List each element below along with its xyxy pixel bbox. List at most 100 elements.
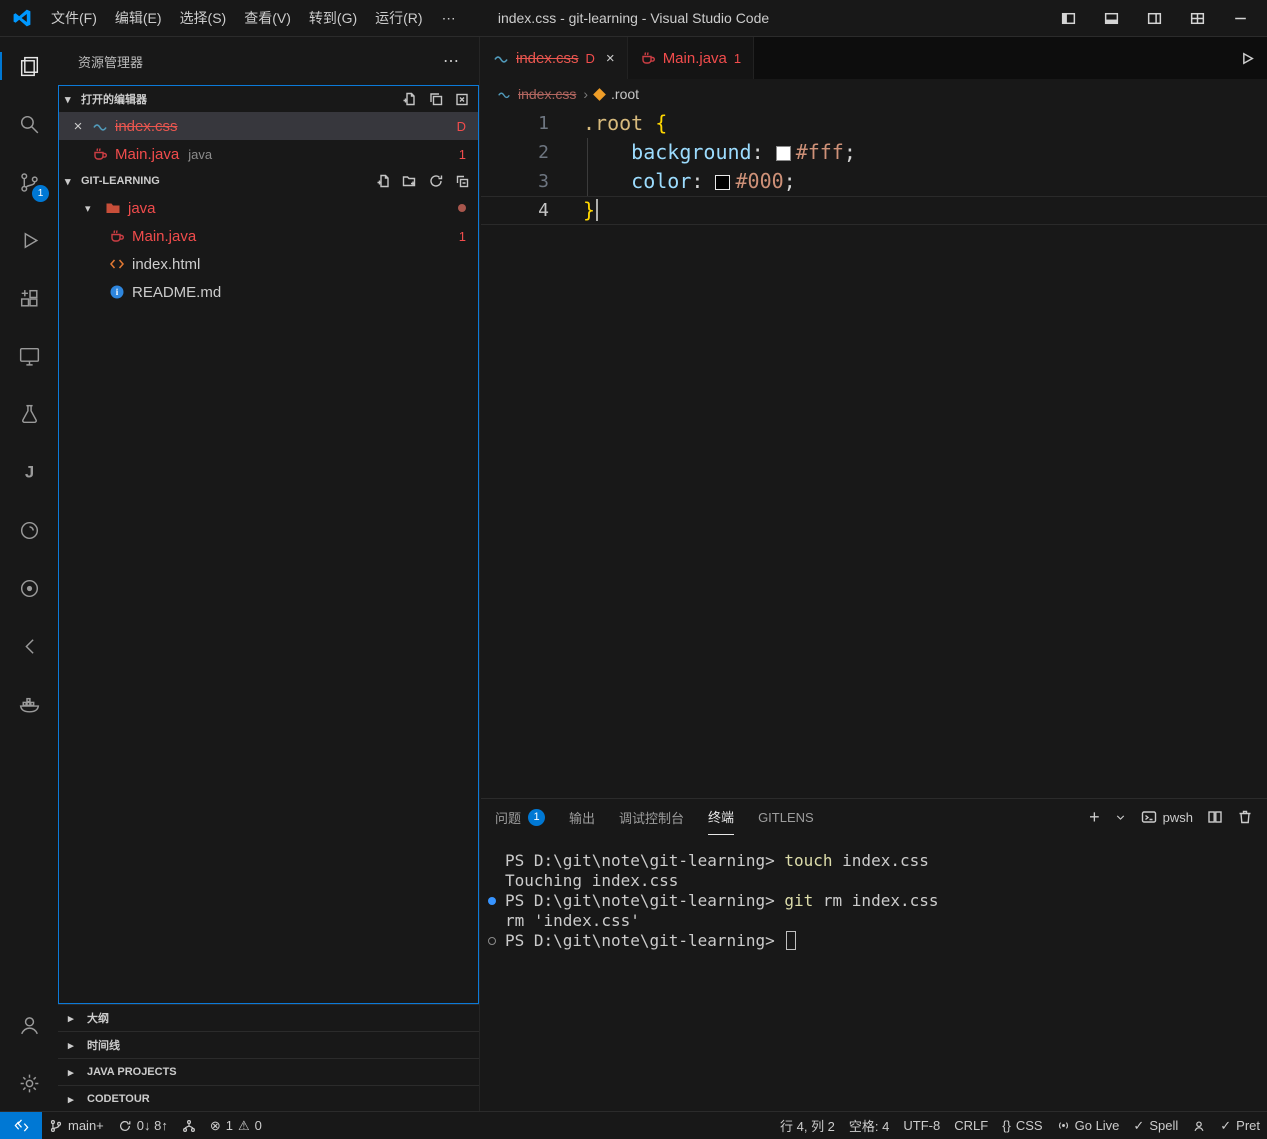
tab-main-java[interactable]: Main.java 1	[628, 37, 754, 79]
new-folder-icon[interactable]	[402, 173, 418, 189]
split-terminal-icon[interactable]	[1207, 809, 1223, 825]
menu-item-file[interactable]: 文件(F)	[42, 4, 106, 32]
section-outline[interactable]: ▸ 大纲	[58, 1004, 479, 1031]
section-timeline[interactable]: ▸ 时间线	[58, 1031, 479, 1058]
close-tab-icon[interactable]: ×	[606, 50, 615, 67]
spell-checker-status[interactable]: ✓ Spell	[1126, 1112, 1185, 1139]
remote-indicator[interactable]	[0, 1112, 42, 1139]
more-menus-icon[interactable]: ⋯	[432, 6, 466, 31]
panel-tab-debug-console[interactable]: 调试控制台	[619, 799, 684, 835]
toggle-panel-icon[interactable]	[1103, 10, 1120, 27]
project-section-header[interactable]: ▾ GIT-LEARNING	[59, 168, 478, 194]
open-editor-item-main-java[interactable]: × Main.java java 1	[59, 140, 478, 168]
sidebar-more-actions-icon[interactable]: ⋯	[437, 49, 465, 73]
menu-item-go[interactable]: 转到(G)	[300, 4, 366, 32]
panel-tab-gitlens[interactable]: GITLENS	[758, 799, 814, 835]
line-number: 2	[481, 138, 549, 167]
files-icon	[17, 54, 42, 79]
menu-item-selection[interactable]: 选择(S)	[171, 4, 236, 32]
bottom-panel: 问题 1 输出 调试控制台 终端 GITLENS + pwsh	[481, 798, 1267, 1112]
problems-status[interactable]: ⊗ 1 ⚠ 0	[203, 1112, 269, 1139]
code-area[interactable]: 1.root {2 background: #fff;3 color: #000…	[481, 109, 1267, 225]
activity-docker-button[interactable]	[0, 675, 58, 733]
panel-tab-output[interactable]: 输出	[569, 799, 595, 835]
terminal-dropdown-icon[interactable]	[1114, 811, 1127, 824]
activity-codetour-button[interactable]	[0, 617, 58, 675]
tree-item-java-folder[interactable]: ▾ java	[59, 194, 478, 222]
chevron-down-icon: ▾	[65, 175, 77, 188]
activity-explorer-button[interactable]	[0, 37, 58, 95]
activity-java-button[interactable]: J	[0, 443, 58, 501]
minimize-icon[interactable]	[1232, 10, 1249, 27]
readme-info-icon: i	[109, 284, 125, 300]
extension-status-button[interactable]	[1185, 1112, 1213, 1139]
new-terminal-icon[interactable]: +	[1089, 808, 1100, 826]
open-editor-item-index-css[interactable]: × index.css D	[59, 112, 478, 140]
panel-tab-label: 输出	[569, 808, 595, 827]
activity-run-debug-button[interactable]	[0, 211, 58, 269]
chevron-right-icon: ▸	[68, 1039, 81, 1052]
section-label: CODETOUR	[87, 1093, 150, 1105]
activity-testing-button[interactable]	[0, 385, 58, 443]
activity-extensions-button[interactable]	[0, 269, 58, 327]
menu-item-run[interactable]: 运行(R)	[366, 4, 431, 32]
close-all-editors-icon[interactable]	[454, 91, 470, 107]
terminal-output[interactable]: PS D:\git\note\git-learning> touch index…	[505, 851, 1259, 1108]
go-live-button[interactable]: Go Live	[1050, 1112, 1127, 1139]
activity-source-control-button[interactable]: 1	[0, 153, 58, 211]
tab-label: index.css	[516, 50, 579, 67]
spell-label: Spell	[1149, 1118, 1178, 1133]
sync-status[interactable]: 0↓ 8↑	[111, 1112, 175, 1139]
section-codetour[interactable]: ▸ CODETOUR	[58, 1085, 479, 1112]
close-editor-icon[interactable]: ×	[71, 118, 85, 135]
open-editors-section-header[interactable]: ▾ 打开的编辑器	[59, 86, 478, 112]
collapse-folders-icon[interactable]	[454, 173, 470, 189]
menu-item-view[interactable]: 查看(V)	[235, 4, 300, 32]
java-file-icon	[92, 146, 108, 162]
activity-remote-explorer-button[interactable]	[0, 327, 58, 385]
kill-terminal-icon[interactable]	[1237, 809, 1253, 825]
git-branch-status[interactable]: main+	[42, 1112, 111, 1139]
settings-button[interactable]	[0, 1054, 58, 1112]
run-file-icon[interactable]	[1238, 50, 1255, 67]
toggle-secondary-sidebar-icon[interactable]	[1146, 10, 1163, 27]
tab-index-css[interactable]: index.css D ×	[481, 37, 628, 79]
explorer-tree-container: ▾ 打开的编辑器 × index.css D × Main.java jav	[58, 85, 479, 1004]
panel-tab-label: 终端	[708, 807, 734, 826]
tree-item-main-java[interactable]: Main.java 1	[59, 222, 478, 250]
encoding-status[interactable]: UTF-8	[896, 1112, 947, 1139]
docker-icon	[17, 692, 42, 717]
eol-status[interactable]: CRLF	[947, 1112, 995, 1139]
sidebar-header: 资源管理器 ⋯	[58, 37, 479, 85]
activity-search-button[interactable]	[0, 95, 58, 153]
refresh-explorer-icon[interactable]	[428, 173, 444, 189]
account-button[interactable]	[0, 996, 58, 1054]
project-title: GIT-LEARNING	[81, 175, 160, 187]
tree-item-index-html[interactable]: index.html	[59, 250, 478, 278]
problems-count-badge: 1	[459, 147, 466, 162]
terminal-line: PS D:\git\note\git-learning>	[505, 931, 1259, 951]
panel-tab-terminal[interactable]: 终端	[708, 799, 734, 835]
tree-item-readme-md[interactable]: i README.md	[59, 278, 478, 306]
activity-spring-boot-button[interactable]	[0, 559, 58, 617]
toggle-sidebar-icon[interactable]	[1060, 10, 1077, 27]
breadcrumb-symbol[interactable]: .root	[611, 86, 639, 102]
cursor-position-status[interactable]: 行 4, 列 2	[773, 1112, 842, 1139]
branch-name: main+	[68, 1118, 104, 1133]
language-mode-status[interactable]: {} CSS	[995, 1112, 1049, 1139]
terminal-instance-item[interactable]: pwsh	[1141, 809, 1193, 825]
prettier-status[interactable]: ✓ Pret	[1213, 1112, 1267, 1139]
menu-item-edit[interactable]: 编辑(E)	[106, 4, 171, 32]
editor-layout-icon[interactable]	[428, 91, 444, 107]
indentation-status[interactable]: 空格: 4	[842, 1112, 896, 1139]
breadcrumb-file[interactable]: index.css	[518, 86, 576, 102]
new-file-icon[interactable]	[376, 173, 392, 189]
customize-layout-icon[interactable]	[1189, 10, 1206, 27]
new-untitled-file-icon[interactable]	[402, 91, 418, 107]
source-control-graph-button[interactable]	[175, 1112, 203, 1139]
section-java-projects[interactable]: ▸ JAVA PROJECTS	[58, 1058, 479, 1085]
breadcrumbs: index.css › .root	[481, 79, 1267, 109]
activity-gradle-button[interactable]	[0, 501, 58, 559]
panel-tab-problems[interactable]: 问题 1	[495, 799, 545, 835]
tree-item-label: java	[128, 200, 156, 217]
